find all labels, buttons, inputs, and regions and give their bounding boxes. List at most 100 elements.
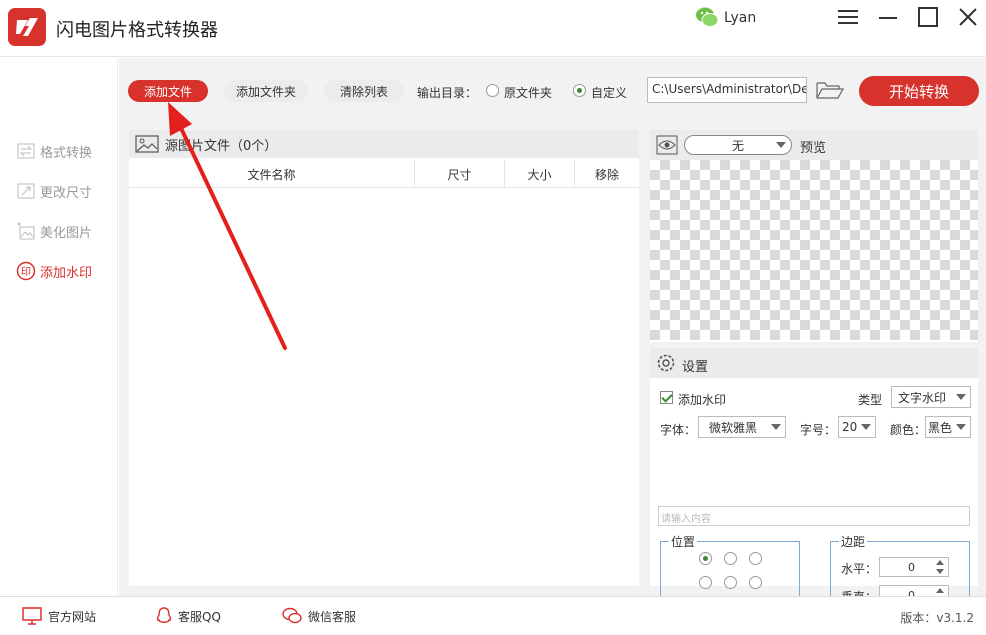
color-value: 黑色	[928, 420, 953, 435]
add-file-button[interactable]: 添加文件	[128, 80, 208, 102]
clear-list-button[interactable]: 清除列表	[324, 80, 404, 102]
position-radio-top-right[interactable]	[749, 552, 762, 565]
resize-icon	[17, 183, 35, 199]
wechat-label: 微信客服	[308, 609, 357, 624]
sidebar-item-label: 更改尺寸	[40, 185, 93, 201]
col-dimensions[interactable]: 尺寸	[414, 160, 504, 188]
font-size-label: 字号：	[800, 423, 837, 437]
qq-support-link[interactable]: 客服QQ	[156, 607, 221, 625]
add-watermark-label: 添加水印	[678, 393, 727, 407]
position-label: 位置	[669, 533, 698, 550]
add-watermark-checkbox[interactable]	[660, 391, 673, 404]
sidebar-item-label: 美化图片	[40, 225, 93, 241]
settings-panel: 设置 添加水印 类型 文字水印 字体： 微软雅黑 字号： 20 颜色： 黑色 请…	[650, 348, 978, 619]
output-dir-label: 输出目录：	[417, 86, 478, 100]
eye-icon	[656, 135, 678, 155]
watermark-type-select[interactable]: 文字水印	[891, 386, 971, 408]
qq-label: 客服QQ	[178, 609, 221, 624]
sidebar: 格式转换 更改尺寸 美化图片 印 添加水印	[0, 58, 118, 596]
col-remove[interactable]: 移除	[574, 160, 639, 188]
chevron-down-icon	[956, 394, 966, 400]
wechat-support-link[interactable]: 微信客服	[282, 607, 356, 625]
main-area: 添加文件 添加文件夹 清除列表 输出目录： 原文件夹 自定义 C:\Users\…	[119, 58, 986, 619]
chevron-down-icon	[861, 424, 871, 430]
file-list-panel: 源图片文件（0个） 文件名称 尺寸 大小 移除	[129, 130, 639, 586]
qq-penguin-icon	[156, 607, 172, 623]
add-folder-button[interactable]: 添加文件夹	[224, 80, 308, 102]
margin-label: 边距	[839, 533, 868, 550]
wechat-icon	[696, 7, 719, 27]
svg-text:印: 印	[21, 266, 31, 278]
output-custom-radio[interactable]	[573, 84, 586, 97]
col-file-name[interactable]: 文件名称	[129, 160, 414, 188]
output-custom-label: 自定义	[591, 86, 628, 100]
wechat-outline-icon	[282, 607, 302, 624]
preview-select[interactable]: 无	[684, 135, 792, 155]
font-size-value: 20	[842, 420, 858, 434]
chevron-down-icon	[956, 424, 966, 430]
chevron-down-icon	[776, 142, 786, 148]
chevron-down-icon[interactable]	[936, 569, 944, 574]
stamp-icon: 印	[16, 261, 36, 281]
monitor-icon	[22, 607, 42, 625]
output-original-radio[interactable]	[486, 84, 499, 97]
sidebar-item-label: 添加水印	[40, 265, 93, 281]
image-icon	[135, 135, 159, 153]
close-icon[interactable]	[956, 6, 980, 28]
output-path-input[interactable]: C:\Users\Administrator\De	[647, 77, 807, 103]
file-table-header: 文件名称 尺寸 大小 移除	[129, 160, 639, 188]
watermark-type-value: 文字水印	[898, 390, 947, 405]
chevron-up-icon[interactable]	[936, 588, 944, 593]
position-radio-top-center[interactable]	[724, 552, 737, 565]
footer-bar: 官方网站 客服QQ 微信客服 版本：v3.1.2	[0, 596, 986, 635]
position-radio-top-left[interactable]	[699, 552, 712, 565]
horizontal-label: 水平：	[841, 562, 878, 576]
preview-canvas	[650, 160, 978, 340]
app-logo-icon	[8, 8, 46, 46]
horizontal-margin-stepper[interactable]: 0	[879, 557, 949, 577]
position-radio-center[interactable]	[724, 576, 737, 589]
font-size-stepper[interactable]: 20	[838, 416, 876, 438]
output-original-label: 原文件夹	[504, 86, 553, 100]
sidebar-item-format-convert[interactable]: 格式转换	[16, 140, 92, 162]
horizontal-margin-value: 0	[908, 561, 915, 574]
start-convert-button[interactable]: 开始转换	[859, 76, 979, 106]
gear-icon	[657, 354, 675, 372]
sidebar-item-watermark[interactable]: 印 添加水印	[16, 260, 92, 282]
sidebar-item-resize[interactable]: 更改尺寸	[16, 180, 92, 202]
preview-header: 无 预览	[650, 130, 978, 160]
folder-open-icon[interactable]	[815, 78, 845, 102]
font-value: 微软雅黑	[709, 420, 758, 435]
version-text: 版本：v3.1.2	[900, 611, 974, 625]
position-radio-middle-right[interactable]	[749, 576, 762, 589]
sparkle-image-icon	[17, 222, 35, 240]
col-size[interactable]: 大小	[504, 160, 574, 188]
color-select[interactable]: 黑色	[925, 416, 971, 438]
website-label: 官方网站	[48, 609, 97, 624]
username: Lyan	[724, 10, 757, 26]
color-label: 颜色：	[890, 423, 927, 437]
title-bar: 闪电图片格式转换器 Lyan	[0, 0, 986, 57]
type-label: 类型	[858, 393, 883, 407]
file-list-title: 源图片文件（0个）	[165, 138, 278, 154]
font-select[interactable]: 微软雅黑	[698, 416, 786, 438]
chevron-down-icon	[771, 424, 781, 430]
chevron-up-icon[interactable]	[936, 560, 944, 565]
watermark-content-input[interactable]: 请输入内容	[658, 506, 970, 526]
position-radio-middle-left[interactable]	[699, 576, 712, 589]
file-list-header: 源图片文件（0个）	[129, 130, 639, 158]
maximize-icon[interactable]	[916, 6, 940, 28]
settings-header: 设置	[650, 348, 978, 378]
website-link[interactable]: 官方网站	[22, 607, 96, 625]
preview-select-value: 无	[731, 138, 744, 153]
toolbar: 添加文件 添加文件夹 清除列表 输出目录： 原文件夹 自定义 C:\Users\…	[119, 58, 986, 120]
settings-title: 设置	[682, 360, 709, 375]
sidebar-item-label: 格式转换	[40, 145, 93, 161]
swap-icon	[17, 143, 35, 159]
sidebar-item-beautify[interactable]: 美化图片	[16, 220, 92, 242]
preview-title: 预览	[800, 141, 827, 156]
minimize-icon[interactable]	[876, 6, 900, 28]
menu-icon[interactable]	[836, 6, 860, 28]
app-title: 闪电图片格式转换器	[56, 20, 218, 41]
preview-panel: 无 预览	[650, 130, 978, 342]
